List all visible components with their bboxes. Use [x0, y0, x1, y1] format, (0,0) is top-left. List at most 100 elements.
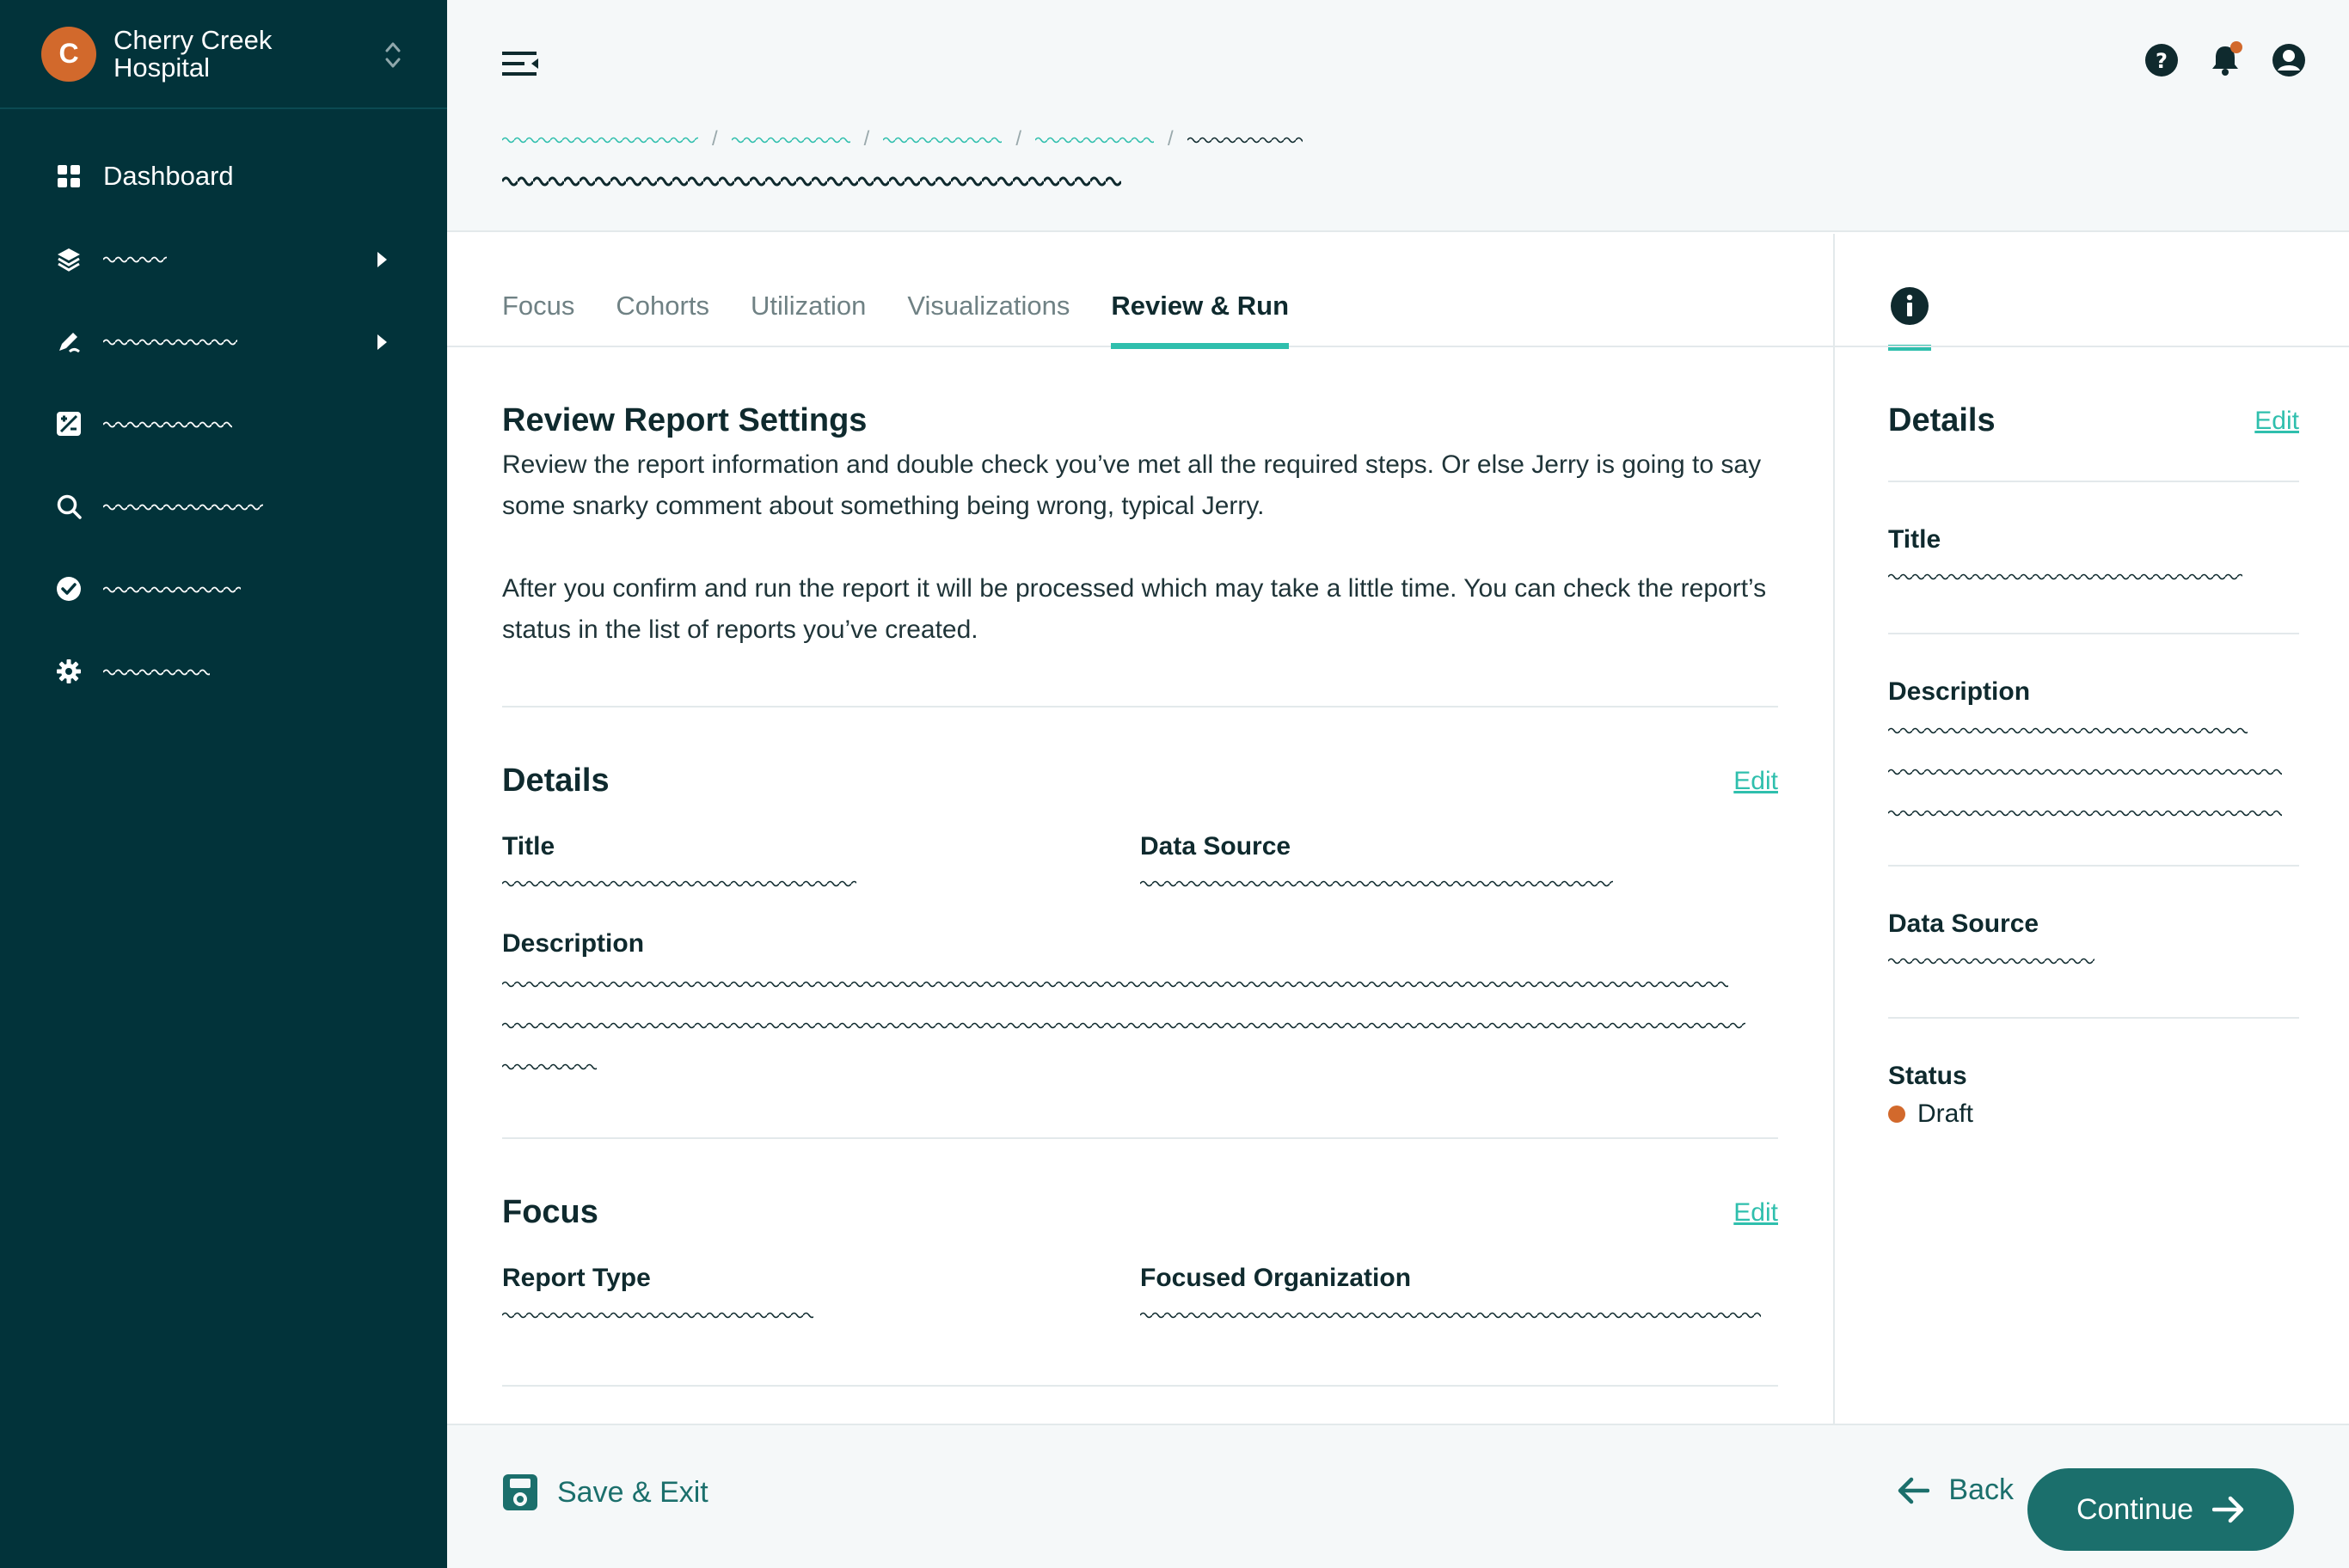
details-description-line	[502, 1062, 597, 1070]
focus-edit-link[interactable]: Edit	[1733, 1198, 1778, 1228]
dashboard-grid-icon	[55, 162, 83, 190]
focus-heading: Focus	[502, 1194, 598, 1230]
save-icon	[503, 1474, 537, 1510]
focus-report-type-label: Report Type	[502, 1264, 651, 1292]
notification-dot	[2230, 41, 2242, 53]
layers-icon	[55, 245, 83, 273]
arrow-left-icon	[1898, 1477, 1930, 1504]
panel-heading: Details	[1888, 402, 1996, 438]
chevron-up-down-icon[interactable]	[383, 38, 402, 72]
collapse-menu-icon[interactable]	[502, 48, 540, 79]
user-avatar-icon[interactable]	[2272, 43, 2306, 77]
details-description-line	[502, 979, 1728, 988]
review-title: Review Report Settings	[502, 402, 868, 438]
panel-title-field: Title	[1888, 482, 2299, 585]
details-section: Details Edit Title Data Source Descripti…	[502, 707, 1778, 1070]
panel-content: Details Edit Title Description Data Sour…	[1888, 402, 2299, 1129]
focus-organization-value	[1140, 1310, 1761, 1319]
status-dot	[1888, 1106, 1905, 1123]
breadcrumb-link[interactable]	[883, 135, 1003, 144]
tab-focus[interactable]: Focus	[502, 234, 574, 347]
sidebar-item-label-placeholder	[103, 585, 241, 593]
tab-info[interactable]	[1888, 285, 1931, 351]
sidebar-item-approvals[interactable]	[0, 548, 447, 630]
search-icon	[55, 493, 83, 520]
details-edit-link[interactable]: Edit	[1733, 767, 1778, 796]
org-name: Cherry Creek Hospital	[113, 24, 273, 83]
sidebar-item-calculate[interactable]	[0, 383, 447, 465]
sidebar: C Cherry Creek Hospital Dashboard	[0, 0, 447, 1568]
sidebar-item-settings[interactable]	[0, 630, 447, 713]
review-processing-note: After you confirm and run the report it …	[502, 574, 1767, 644]
breadcrumb-link[interactable]	[502, 135, 698, 144]
continue-label: Continue	[2076, 1492, 2194, 1526]
caret-right-icon	[377, 252, 387, 267]
focus-report-type-value	[502, 1310, 813, 1319]
panel-edit-link[interactable]: Edit	[2254, 407, 2299, 436]
sidebar-item-label-placeholder	[103, 254, 167, 263]
panel-status-field: Status Draft	[1888, 1019, 2299, 1129]
panel-data-source-field: Data Source	[1888, 867, 2299, 969]
divider	[502, 1385, 1778, 1387]
panel-description-line	[1888, 726, 2248, 734]
review-content: Review Report Settings Review the report…	[502, 347, 1778, 1387]
sidebar-item-dashboard[interactable]: Dashboard	[0, 135, 447, 217]
sidebar-item-label-placeholder	[103, 337, 237, 346]
panel-data-source-label: Data Source	[1888, 910, 2039, 938]
sidebar-item-label-placeholder	[103, 420, 232, 428]
status-badge: Draft	[1888, 1099, 2299, 1129]
wizard-tabs: Focus Cohorts Utilization Visualizations…	[447, 234, 1833, 349]
svg-text:?: ?	[2156, 49, 2168, 73]
breadcrumb-separator: /	[863, 127, 870, 150]
save-exit-label: Save & Exit	[557, 1475, 708, 1509]
help-icon[interactable]: ?	[2144, 43, 2179, 77]
info-icon	[1891, 287, 1929, 325]
back-button[interactable]: Back	[1897, 1473, 2014, 1507]
arrow-right-icon	[2212, 1496, 2244, 1523]
org-avatar: C	[41, 26, 96, 82]
notifications-button[interactable]	[2208, 41, 2242, 77]
tab-visualizations[interactable]: Visualizations	[907, 234, 1070, 347]
details-panel: Details Edit Title Description Data Sour…	[1833, 234, 2349, 1424]
save-exit-button[interactable]: Save & Exit	[502, 1473, 708, 1511]
top-icons: ?	[2144, 41, 2306, 77]
sidebar-item-layers[interactable]	[0, 217, 447, 300]
panel-description-field: Description	[1888, 634, 2299, 817]
sidebar-item-label-placeholder	[103, 502, 263, 511]
tab-cohorts[interactable]: Cohorts	[616, 234, 709, 347]
top-bar: ? / / / /	[447, 0, 2349, 232]
focus-section: Focus Edit Report Type Focused Organizat…	[502, 1139, 1778, 1323]
status-value: Draft	[1917, 1099, 1974, 1128]
details-description-line	[502, 1020, 1745, 1029]
breadcrumb-separator: /	[1168, 127, 1174, 150]
focus-organization-label: Focused Organization	[1140, 1264, 1412, 1292]
sidebar-item-label-placeholder	[103, 667, 210, 676]
breadcrumb-link[interactable]	[731, 135, 850, 144]
calc-icon	[55, 410, 83, 438]
breadcrumb-separator: /	[712, 127, 718, 150]
details-data-source-label: Data Source	[1140, 832, 1291, 861]
panel-description-line	[1888, 808, 2282, 817]
breadcrumb: / / / /	[502, 127, 1303, 151]
panel-title-label: Title	[1888, 525, 1941, 554]
continue-button[interactable]: Continue	[2027, 1468, 2294, 1551]
tab-review-run[interactable]: Review & Run	[1111, 234, 1289, 349]
review-intro: Review the report information and double…	[502, 450, 1762, 520]
back-label: Back	[1948, 1473, 2014, 1506]
org-switcher[interactable]: C Cherry Creek Hospital	[0, 0, 447, 109]
tab-utilization[interactable]: Utilization	[751, 234, 866, 347]
panel-description-line	[1888, 767, 2282, 775]
panel-data-source-value	[1888, 956, 2094, 965]
sidebar-item-search[interactable]	[0, 465, 447, 548]
details-title-value	[502, 879, 856, 887]
gear-icon	[55, 658, 83, 685]
details-description-label: Description	[502, 929, 645, 958]
details-heading: Details	[502, 763, 610, 799]
check-circle-icon	[55, 575, 83, 603]
panel-title-value	[1888, 572, 2242, 580]
sidebar-item-edit[interactable]	[0, 300, 447, 383]
breadcrumb-link[interactable]	[1035, 135, 1155, 144]
breadcrumb-current	[1187, 135, 1303, 144]
details-title-label: Title	[502, 832, 555, 861]
pen-icon	[55, 328, 83, 355]
